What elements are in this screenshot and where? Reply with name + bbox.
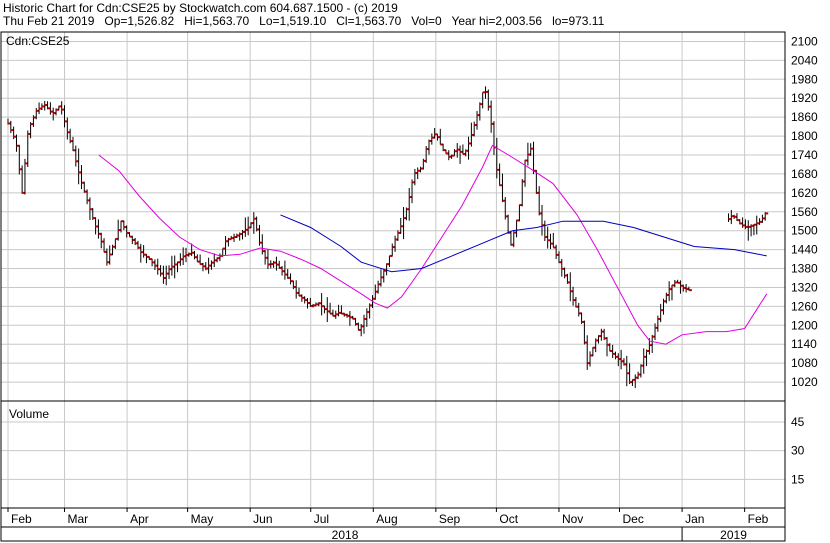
- price-tick-label: 1860: [791, 110, 818, 124]
- month-label: Feb: [11, 512, 32, 526]
- price-tick-label: 1500: [791, 224, 818, 238]
- price-tick-label: 1200: [791, 318, 818, 332]
- month-axis-labels: Feb Mar Apr May Jun Jul Aug Sep Oct Nov Dec Jan Feb: [7, 508, 769, 526]
- price-tick-label: 1980: [791, 72, 818, 86]
- year-label: 2019: [720, 528, 747, 542]
- month-label: Dec: [623, 512, 644, 526]
- ohlc-bars: [7, 86, 769, 389]
- price-tick-label: 1680: [791, 167, 818, 181]
- month-label: Sep: [439, 512, 461, 526]
- price-tick-label: 1620: [791, 186, 818, 200]
- price-tick-label: 1080: [791, 356, 818, 370]
- month-label: Aug: [376, 512, 397, 526]
- moving-average-short-line: [98, 144, 768, 345]
- volume-grid: [1, 401, 785, 508]
- year-label: 2018: [332, 528, 359, 542]
- volume-panel-frame: [0, 400, 786, 509]
- volume-tick-label: 30: [791, 444, 805, 458]
- price-tick-label: 1020: [791, 375, 818, 389]
- price-tick-label: 1440: [791, 243, 818, 257]
- month-label: Jun: [253, 512, 272, 526]
- volume-axis-labels: 45 30 15: [791, 415, 805, 486]
- month-label: Jan: [685, 512, 704, 526]
- price-tick-label: 2100: [791, 34, 818, 48]
- price-tick-label: 1560: [791, 205, 818, 219]
- price-tick-label: 1740: [791, 148, 818, 162]
- year-axis-labels: 2018 2019: [332, 527, 786, 542]
- month-label: Apr: [130, 512, 149, 526]
- price-tick-label: 1320: [791, 280, 818, 294]
- price-tick-label: 1140: [791, 337, 817, 351]
- price-tick-label: 1920: [791, 91, 818, 105]
- price-tick-label: 1260: [791, 299, 818, 313]
- volume-tick-label: 15: [791, 472, 805, 486]
- chart-frames: [0, 31, 786, 542]
- month-label: Oct: [499, 512, 518, 526]
- month-label: Mar: [68, 512, 89, 526]
- volume-panel-label: Volume: [9, 407, 49, 421]
- price-grid: [1, 32, 785, 401]
- price-chart: 2100 2040 1980 1920 1860 1800 1740 1680 1620 1560…: [0, 31, 818, 542]
- month-label: Jul: [314, 512, 329, 526]
- symbol-label: Cdn:CSE25: [6, 34, 70, 48]
- month-label: Feb: [748, 512, 769, 526]
- price-tick-label: 1380: [791, 262, 818, 276]
- month-label: Nov: [562, 512, 583, 526]
- price-axis-labels: 2100 2040 1980 1920 1860 1800 1740 1680 1620 1560…: [791, 34, 818, 389]
- price-panel-frame: [0, 31, 786, 402]
- month-label: May: [191, 512, 214, 526]
- price-tick-label: 1800: [791, 129, 818, 143]
- volume-tick-label: 45: [791, 415, 805, 429]
- price-tick-label: 2040: [791, 53, 818, 67]
- moving-average-long-line: [280, 214, 767, 273]
